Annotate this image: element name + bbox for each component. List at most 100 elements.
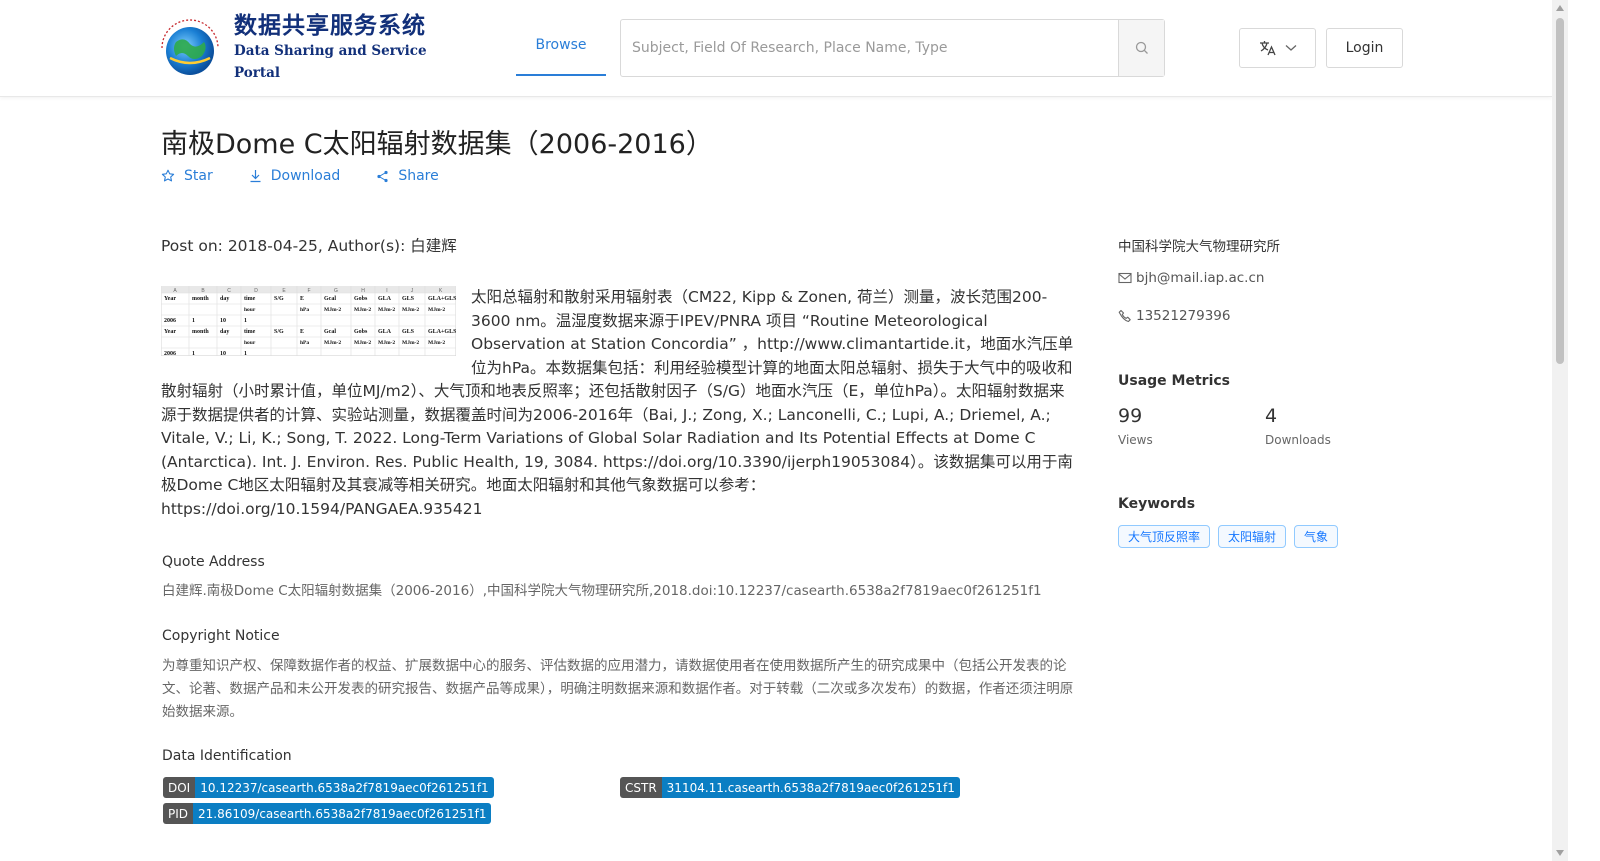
search-bar <box>620 19 1165 77</box>
thumb-header-cell: Gobs <box>354 296 368 302</box>
thumb-header-cell: Gcal <box>324 329 336 335</box>
pid-badge[interactable]: PID 21.86109/casearth.6538a2f7819aec0f26… <box>163 803 492 824</box>
quote-text: 白建辉.南极Dome C太阳辐射数据集（2006-2016）,中国科学院大气物理… <box>162 583 1042 599</box>
chevron-down-icon <box>1285 45 1296 51</box>
scroll-down-arrow-icon[interactable] <box>1556 850 1564 856</box>
contact-phone-text: 13521279396 <box>1136 308 1231 324</box>
pid-badge-key: PID <box>163 803 194 824</box>
downloads-label: Downloads <box>1265 433 1331 447</box>
thumb-header-cell: time <box>244 329 256 335</box>
thumb-data-cell: 2006 <box>164 351 176 356</box>
share-icon <box>377 170 388 182</box>
thumb-header-cell: day <box>220 329 229 335</box>
cstr-badge-key: CSTR <box>620 777 662 798</box>
thumb-header-cell: E <box>300 329 304 335</box>
keyword-tags: 大气顶反照率 太阳辐射 气象 <box>1118 525 1339 548</box>
organization-name: 中国科学院大气物理研究所 <box>1118 239 1280 255</box>
thumb-unit-cell: MJm-2 <box>324 340 341 346</box>
logo-title-en: Data Sharing and Service Portal <box>234 43 427 81</box>
contact-email[interactable]: bjh@mail.iap.ac.cn <box>1118 270 1264 286</box>
doi-badge-key: DOI <box>163 777 196 798</box>
thumb-header-cell: day <box>220 296 229 302</box>
thumb-unit-cell: hour <box>244 307 256 313</box>
thumb-header-cell: Year <box>164 296 176 302</box>
thumb-data-cell: 10 <box>220 351 226 356</box>
thumb-header-cell: time <box>244 296 256 302</box>
globe-logo-icon <box>152 18 228 78</box>
keyword-tag[interactable]: 大气顶反照率 <box>1118 525 1211 548</box>
page-title: 南极Dome C太阳辐射数据集（2006-2016） <box>161 129 713 160</box>
share-label: Share <box>398 168 439 184</box>
thumb-header-cell: month <box>192 296 209 302</box>
thumb-header-cell: E <box>300 296 304 302</box>
doi-badge[interactable]: DOI 10.12237/casearth.6538a2f7819aec0f26… <box>163 777 494 798</box>
site-logo[interactable]: 数据共享服务系统 Data Sharing and Service Portal <box>152 13 430 81</box>
thumb-unit-cell: hPa <box>300 340 309 346</box>
contact-email-text: bjh@mail.iap.ac.cn <box>1136 270 1265 286</box>
thumb-data-cell: 1 <box>192 318 195 324</box>
thumb-unit-cell: MJm-2 <box>324 307 341 313</box>
cstr-badge[interactable]: CSTR 31104.11.casearth.6538a2f7819aec0f2… <box>620 777 960 798</box>
thumb-unit-cell: MJm-2 <box>402 307 419 313</box>
keyword-tag[interactable]: 太阳辐射 <box>1218 525 1287 548</box>
keywords-heading: Keywords <box>1118 496 1196 512</box>
thumb-header-cell: S/G <box>274 329 284 335</box>
thumb-data-cell: 10 <box>220 318 226 324</box>
language-switcher[interactable] <box>1239 28 1316 68</box>
star-label: Star <box>184 168 213 184</box>
views-label: Views <box>1118 433 1153 447</box>
doi-badge-value: 10.12237/casearth.6538a2f7819aec0f261251… <box>195 777 494 798</box>
phone-icon <box>1118 309 1131 323</box>
thumb-unit-cell: hPa <box>300 307 309 313</box>
thumb-header-cell: Year <box>164 329 176 335</box>
download-icon <box>250 170 261 183</box>
thumb-header-cell: S/G <box>274 296 284 302</box>
page-scrollbar[interactable] <box>1552 0 1568 861</box>
thumb-data-cell: 2006 <box>164 318 176 324</box>
thumb-header-cell: GLA <box>378 296 392 302</box>
thumb-unit-cell: MJm-2 <box>378 307 395 313</box>
dataset-actions: Star Download Share <box>161 168 439 184</box>
thumb-data-cell: 1 <box>244 351 247 356</box>
thumb-header-cell: GLA+GLS <box>428 296 456 302</box>
quote-heading: Quote Address <box>162 554 265 570</box>
thumb-header-cell: GLA+GLS <box>428 329 456 335</box>
copyright-heading: Copyright Notice <box>162 628 280 644</box>
dataset-abstract: A B C D E F G H I J K Year month day time S/G E Gcal Gobs G… <box>160 285 1077 521</box>
spreadsheet-preview-image: A B C D E F G H I J KYear month day time S/G E Gcal Gobs G… <box>160 285 457 357</box>
post-meta: Post on: 2018-04-25, Author(s): 白建辉 <box>161 237 457 255</box>
nav-browse-link[interactable]: Browse <box>516 18 606 76</box>
downloads-count: 4 <box>1265 405 1278 427</box>
identification-heading: Data Identification <box>162 748 292 764</box>
scroll-up-arrow-icon[interactable] <box>1556 5 1564 11</box>
cstr-badge-value: 31104.11.casearth.6538a2f7819aec0f261251… <box>661 777 960 798</box>
download-button[interactable]: Download <box>249 168 340 184</box>
star-button[interactable]: Star <box>161 168 213 184</box>
search-icon <box>1135 41 1148 54</box>
search-input[interactable] <box>621 20 1118 76</box>
thumb-header-cell: Gobs <box>354 329 368 335</box>
thumb-unit-cell: MJm-2 <box>354 307 371 313</box>
page-margin <box>1568 0 1600 861</box>
mail-icon <box>1118 272 1132 284</box>
thumb-data-cell: 1 <box>244 318 247 324</box>
copyright-text: 为尊重知识产权、保障数据作者的权益、扩展数据中心的服务、评估数据的应用潜力，请数… <box>162 658 1074 720</box>
data-preview-thumbnail[interactable]: A B C D E F G H I J K Year month day time S/G E Gcal Gobs G… <box>160 285 457 357</box>
search-button[interactable] <box>1118 20 1164 76</box>
thumb-header-cell: GLA <box>378 329 392 335</box>
thumb-header-cell: month <box>192 329 209 335</box>
thumb-unit-cell: MJm-2 <box>428 307 445 313</box>
thumb-header-cell: GLS <box>402 296 415 302</box>
thumb-unit-cell: hour <box>244 340 256 346</box>
thumb-unit-cell: MJm-2 <box>428 340 445 346</box>
share-button[interactable]: Share <box>376 168 439 184</box>
contact-phone[interactable]: 13521279396 <box>1118 308 1230 324</box>
translate-icon <box>1259 41 1276 56</box>
keyword-tag[interactable]: 气象 <box>1294 525 1339 548</box>
pid-badge-value: 21.86109/casearth.6538a2f7819aec0f261251… <box>193 803 492 824</box>
site-header: 数据共享服务系统 Data Sharing and Service Portal… <box>0 0 1552 97</box>
star-icon <box>161 169 175 182</box>
scrollbar-thumb[interactable] <box>1556 18 1564 364</box>
login-button[interactable]: Login <box>1326 28 1403 68</box>
thumb-unit-cell: MJm-2 <box>402 340 419 346</box>
